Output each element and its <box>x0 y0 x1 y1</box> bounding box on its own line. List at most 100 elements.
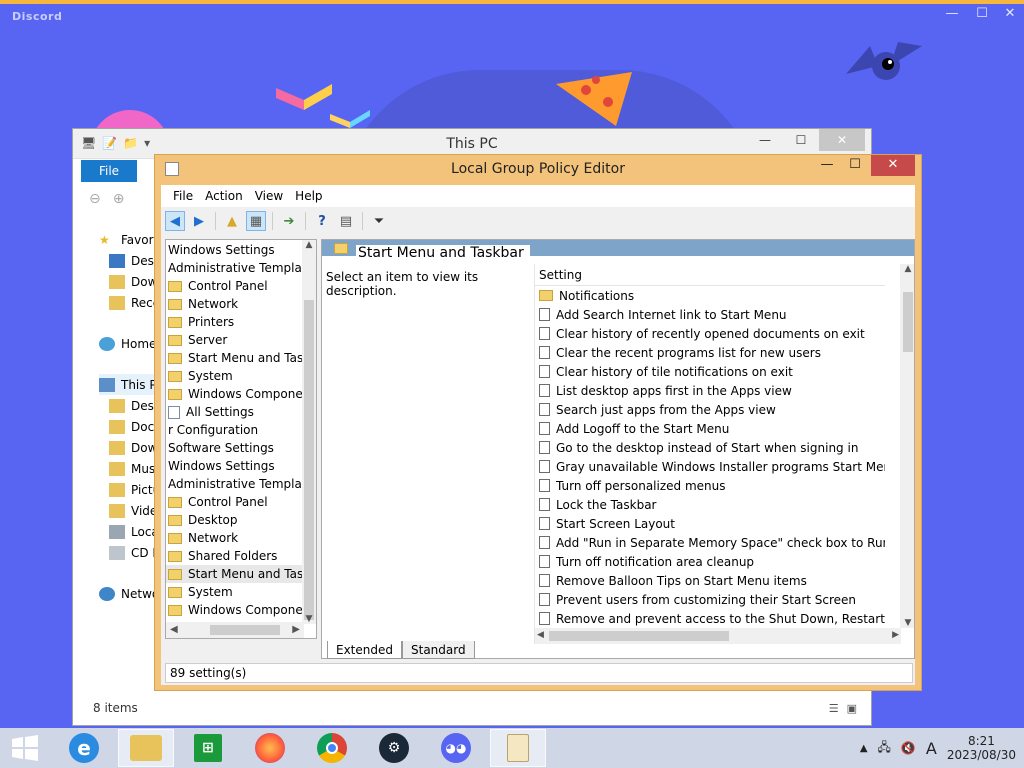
scroll-right-icon[interactable]: ▶ <box>292 624 300 635</box>
tree-node[interactable]: r Configuration <box>166 421 304 439</box>
scroll-left-icon[interactable]: ◀ <box>170 624 178 635</box>
forward-arrow-icon[interactable]: ⊕ <box>113 191 125 207</box>
gpedit-window[interactable]: Local Group Policy Editor — ☐ ✕ File Act… <box>154 154 922 691</box>
large-icons-view-icon[interactable]: ▣ <box>847 702 857 715</box>
help-icon[interactable]: ? <box>312 211 332 231</box>
policy-setting-row[interactable]: Prevent users from customizing their Sta… <box>535 590 885 609</box>
details-view-icon[interactable]: ☰ <box>829 702 839 715</box>
policy-tree-pane[interactable]: Windows Settings Administrative Templates… <box>165 239 317 639</box>
policy-setting-row[interactable]: Add Search Internet link to Start Menu <box>535 305 885 324</box>
taskbar-file-explorer[interactable] <box>118 729 174 767</box>
discord-minimize-button[interactable]: — <box>938 6 966 21</box>
tree-node[interactable]: Control Panel <box>166 493 304 511</box>
taskbar-chrome[interactable] <box>304 729 360 767</box>
tree-node[interactable]: Windows Settings <box>166 457 304 475</box>
network-icon[interactable]: 🖧 <box>878 738 891 759</box>
tree-node[interactable]: Network <box>166 295 304 313</box>
forward-arrow-icon[interactable]: ▶ <box>189 211 209 231</box>
menu-view[interactable]: View <box>249 189 289 203</box>
clock[interactable]: 8:21 2023/08/30 <box>947 734 1016 762</box>
taskbar-gpedit[interactable] <box>490 729 546 767</box>
policy-setting-row[interactable]: Add Logoff to the Start Menu <box>535 419 885 438</box>
policy-setting-row[interactable]: Turn off notification area cleanup <box>535 552 885 571</box>
discord-maximize-button[interactable]: ☐ <box>968 6 996 21</box>
policy-setting-row[interactable]: Remove Balloon Tips on Start Menu items <box>535 571 885 590</box>
tree-node[interactable]: Windows Components <box>166 385 304 403</box>
policy-setting-row[interactable]: Start Screen Layout <box>535 514 885 533</box>
tree-horizontal-scrollbar[interactable]: ◀ ▶ <box>166 622 304 638</box>
tree-node[interactable]: Administrative Templates <box>166 259 304 277</box>
scroll-up-icon[interactable]: ▲ <box>900 264 914 274</box>
setting-column-header[interactable]: Setting <box>535 264 885 286</box>
tree-node[interactable]: Control Panel <box>166 277 304 295</box>
policy-setting-row[interactable]: Clear history of tile notifications on e… <box>535 362 885 381</box>
ime-indicator[interactable]: A <box>926 739 937 758</box>
tree-node[interactable]: All Settings <box>166 403 304 421</box>
scroll-up-icon[interactable]: ▲ <box>302 240 316 250</box>
tree-node[interactable]: Server <box>166 331 304 349</box>
settings-scroll-thumb[interactable] <box>903 292 913 352</box>
tree-node[interactable]: System <box>166 583 304 601</box>
gpedit-titlebar[interactable]: Local Group Policy Editor — ☐ ✕ <box>155 155 921 183</box>
tab-extended[interactable]: Extended <box>327 641 402 659</box>
explorer-maximize-button[interactable]: ☐ <box>783 129 819 151</box>
explorer-close-button[interactable]: ✕ <box>819 129 865 151</box>
volume-muted-icon[interactable]: 🔇 <box>901 741 916 755</box>
taskbar-discord[interactable]: ◕◕ <box>428 729 484 767</box>
settings-hscroll-thumb[interactable] <box>549 631 729 641</box>
menu-action[interactable]: Action <box>199 189 249 203</box>
tree-scroll-thumb[interactable] <box>304 300 314 620</box>
tab-standard[interactable]: Standard <box>402 641 475 659</box>
policy-setting-row[interactable]: Add "Run in Separate Memory Space" check… <box>535 533 885 552</box>
taskbar-store[interactable]: ⊞ <box>180 729 236 767</box>
tree-node[interactable]: Windows Components <box>166 601 304 619</box>
settings-horizontal-scrollbar[interactable]: ◀ ▶ <box>535 628 901 644</box>
taskbar-firefox[interactable] <box>242 729 298 767</box>
scroll-down-icon[interactable]: ▼ <box>900 618 914 628</box>
tree-hscroll-thumb[interactable] <box>210 625 280 635</box>
policy-setting-row[interactable]: Clear history of recently opened documen… <box>535 324 885 343</box>
scroll-down-icon[interactable]: ▼ <box>302 614 316 624</box>
tree-node[interactable]: Shared Folders <box>166 547 304 565</box>
menu-help[interactable]: Help <box>289 189 328 203</box>
tree-node[interactable]: Software Settings <box>166 439 304 457</box>
tree-node[interactable]: Administrative Templates <box>166 475 304 493</box>
back-arrow-icon[interactable]: ◀ <box>165 211 185 231</box>
menu-file[interactable]: File <box>167 189 199 203</box>
tree-node[interactable]: System <box>166 367 304 385</box>
gpedit-maximize-button[interactable]: ☐ <box>841 155 869 176</box>
policy-setting-row[interactable]: Search just apps from the Apps view <box>535 400 885 419</box>
policy-setting-row[interactable]: List desktop apps first in the Apps view <box>535 381 885 400</box>
tree-node[interactable]: Desktop <box>166 511 304 529</box>
filter-icon[interactable]: ⏷ <box>369 211 389 231</box>
policy-setting-row[interactable]: Lock the Taskbar <box>535 495 885 514</box>
settings-folder-row[interactable]: Notifications <box>535 286 885 305</box>
show-hide-tree-icon[interactable]: ▦ <box>246 211 266 231</box>
scroll-right-icon[interactable]: ▶ <box>892 630 899 640</box>
taskbar-steam[interactable]: ⚙ <box>366 729 422 767</box>
back-arrow-icon[interactable]: ⊖ <box>89 191 101 207</box>
tree-node[interactable]: Network <box>166 529 304 547</box>
policy-setting-row[interactable]: Gray unavailable Windows Installer progr… <box>535 457 885 476</box>
taskbar-internet-explorer[interactable]: e <box>56 729 112 767</box>
policy-setting-row[interactable]: Go to the desktop instead of Start when … <box>535 438 885 457</box>
policy-setting-row[interactable]: Clear the recent programs list for new u… <box>535 343 885 362</box>
explorer-minimize-button[interactable]: — <box>747 129 783 151</box>
export-list-icon[interactable]: ➔ <box>279 211 299 231</box>
settings-list[interactable]: Setting Notifications Add Search Internet… <box>534 264 914 644</box>
discord-close-button[interactable]: ✕ <box>996 6 1024 21</box>
tree-node[interactable]: Start Menu and Taskbar <box>166 565 304 583</box>
tree-vertical-scrollbar[interactable]: ▲ ▼ <box>302 240 316 624</box>
properties-icon[interactable]: ▤ <box>336 211 356 231</box>
gpedit-minimize-button[interactable]: — <box>813 155 841 176</box>
tree-node[interactable]: Printers <box>166 313 304 331</box>
chevron-up-icon[interactable]: ▲ <box>860 743 868 754</box>
gpedit-close-button[interactable]: ✕ <box>871 155 915 176</box>
policy-setting-row[interactable]: Turn off personalized menus <box>535 476 885 495</box>
start-button[interactable] <box>0 729 50 767</box>
settings-vertical-scrollbar[interactable]: ▲ ▼ <box>900 264 914 628</box>
scroll-left-icon[interactable]: ◀ <box>537 630 544 640</box>
up-folder-icon[interactable]: ▲ <box>222 211 242 231</box>
tree-node[interactable]: Windows Settings <box>166 241 304 259</box>
tree-node[interactable]: Start Menu and Taskbar <box>166 349 304 367</box>
